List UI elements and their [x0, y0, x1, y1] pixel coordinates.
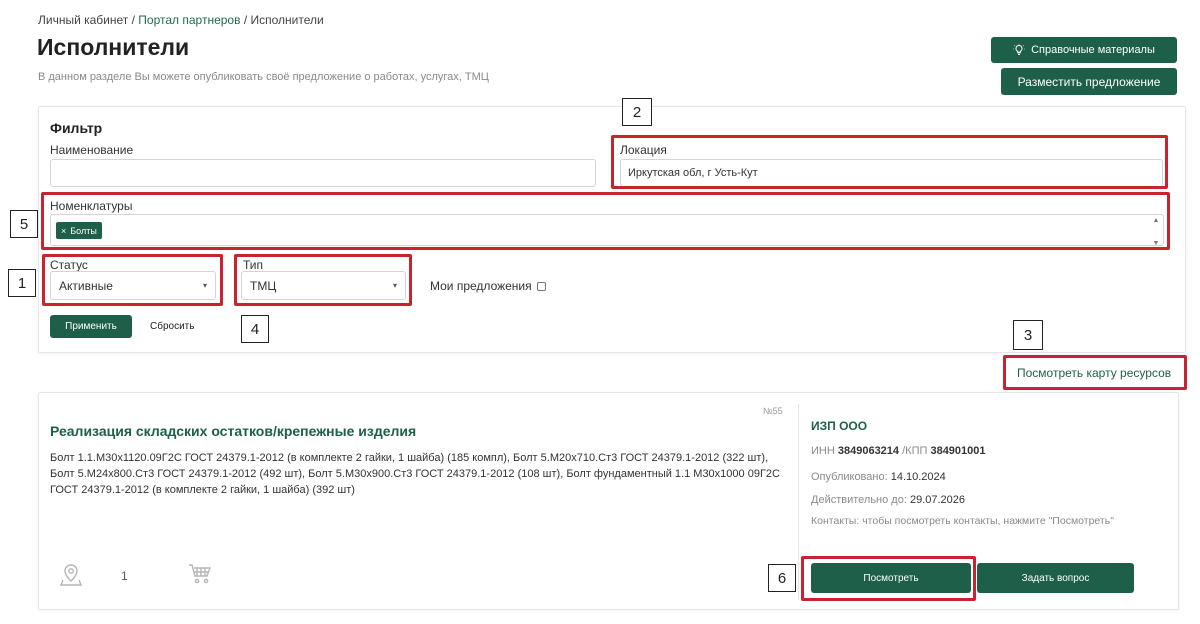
inn-label: ИНН	[811, 445, 835, 457]
company-name: ИЗП ООО	[811, 419, 868, 433]
close-icon[interactable]: ×	[61, 226, 66, 236]
nomenclature-input[interactable]	[50, 214, 1164, 246]
breadcrumb-separator: /	[240, 13, 251, 27]
chevron-down-icon: ▾	[392, 281, 397, 290]
location-count: 1	[121, 569, 128, 583]
location-pin-icon	[60, 564, 82, 586]
location-label: Локация	[620, 143, 667, 157]
breadcrumb-separator: /	[128, 13, 139, 27]
published-value: 14.10.2024	[890, 471, 946, 483]
published-date: Опубликовано: 14.10.2024	[811, 471, 946, 483]
annotation-number-3: 3	[1013, 320, 1043, 350]
status-label: Статус	[50, 258, 88, 272]
breadcrumb-home[interactable]: Личный кабинет	[38, 13, 128, 27]
contacts-hint: Контакты: чтобы посмотреть контакты, наж…	[811, 515, 1114, 527]
annotation-number-5: 5	[10, 210, 38, 238]
cart-icon	[189, 564, 212, 584]
my-offers-label: Мои предложения	[430, 279, 532, 293]
lightbulb-icon	[1013, 44, 1026, 55]
annotation-number-4: 4	[241, 315, 269, 343]
valid-label: Действительно до:	[811, 494, 907, 506]
nomenclature-tag[interactable]: × Болты	[56, 222, 102, 239]
chevron-down-icon[interactable]: ▼	[1153, 240, 1160, 247]
name-input[interactable]	[50, 159, 596, 187]
offer-number: №55	[763, 406, 783, 416]
chevron-up-icon[interactable]: ▲	[1153, 217, 1160, 224]
nomenclature-tag-label: Болты	[70, 225, 97, 236]
breadcrumb-current: Исполнители	[250, 13, 324, 27]
chevron-down-icon: ▾	[202, 281, 207, 290]
inn-value: 3849063214	[837, 445, 900, 457]
filter-title: Фильтр	[50, 120, 103, 136]
reset-button[interactable]: Сбросить	[150, 315, 194, 338]
reference-materials-label: Справочные материалы	[1031, 44, 1155, 56]
valid-value: 29.07.2026	[909, 494, 966, 506]
offer-title[interactable]: Реализация складских остатков/крепежные …	[50, 423, 416, 439]
valid-until-date: Действительно до: 29.07.2026	[811, 494, 965, 506]
resource-map-link[interactable]: Посмотреть карту ресурсов	[1017, 366, 1171, 380]
status-value: Активные	[59, 278, 113, 293]
annotation-number-2: 2	[622, 98, 652, 126]
annotation-number-6: 6	[768, 564, 796, 592]
location-input[interactable]: Иркутская обл, г Усть-Кут	[620, 159, 1163, 187]
view-button[interactable]: Посмотреть	[811, 563, 971, 593]
place-offer-button[interactable]: Разместить предложение	[1001, 68, 1177, 95]
my-offers-checkbox[interactable]	[536, 281, 546, 291]
page-title: Исполнители	[37, 34, 190, 60]
reference-materials-button[interactable]: Справочные материалы	[991, 37, 1177, 63]
apply-button[interactable]: Применить	[50, 315, 132, 338]
status-select[interactable]: Активные ▾	[50, 271, 216, 300]
company-inn-kpp: ИНН 3849063214 /КПП 384901001	[811, 445, 986, 457]
nomenclature-label: Номенклатуры	[50, 199, 133, 213]
kpp-label: /КПП	[902, 445, 928, 457]
type-select[interactable]: ТМЦ ▾	[241, 271, 406, 300]
nomenclature-scroll[interactable]: ▲ ▼	[1150, 217, 1162, 247]
card-divider	[798, 404, 799, 600]
type-value: ТМЦ	[250, 278, 277, 293]
my-offers-toggle[interactable]: Мои предложения	[430, 279, 546, 293]
offer-description: Болт 1.1.М30х1120.09Г2С ГОСТ 24379.1-201…	[50, 452, 780, 496]
page-subtitle: В данном разделе Вы можете опубликовать …	[38, 71, 489, 83]
ask-question-button[interactable]: Задать вопрос	[977, 563, 1134, 593]
published-label: Опубликовано:	[811, 471, 888, 483]
type-label: Тип	[243, 258, 264, 272]
name-label: Наименование	[50, 143, 134, 157]
breadcrumb: Личный кабинет / Портал партнеров / Испо…	[38, 13, 324, 27]
annotation-number-1: 1	[8, 269, 36, 297]
breadcrumb-portal[interactable]: Портал партнеров	[138, 13, 240, 27]
kpp-value: 384901001	[930, 445, 986, 457]
